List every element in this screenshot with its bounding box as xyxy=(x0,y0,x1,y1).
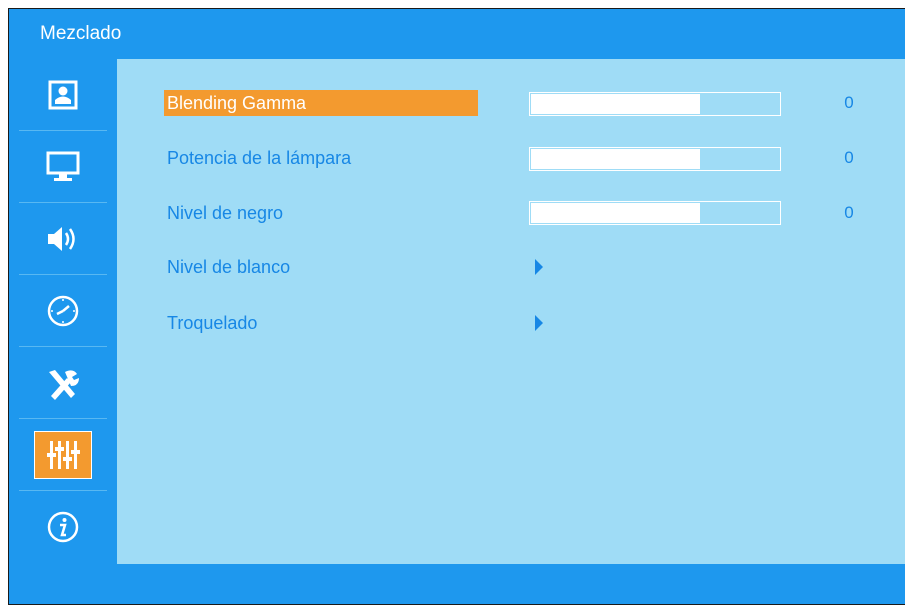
menu-item-masking[interactable]: Troquelado xyxy=(164,310,257,336)
sidebar-item-display[interactable] xyxy=(9,131,117,203)
display-icon xyxy=(34,143,92,191)
sidebar xyxy=(9,59,117,566)
black-level-value: 0 xyxy=(844,203,854,222)
sidebar-item-blending[interactable] xyxy=(9,419,117,491)
osd-window: Mezclado Blending Gamma 0 Potencia de la… xyxy=(8,8,905,605)
blending-gamma-slider[interactable] xyxy=(529,92,781,116)
chevron-right-icon[interactable] xyxy=(535,315,543,331)
info-icon xyxy=(34,503,92,551)
menu-item-blending-gamma[interactable]: Blending Gamma xyxy=(164,90,478,116)
chevron-right-icon[interactable] xyxy=(535,259,543,275)
sidebar-item-settings[interactable] xyxy=(9,347,117,419)
slider-fill xyxy=(531,149,700,169)
speaker-icon xyxy=(34,215,92,263)
sidebar-item-picture[interactable] xyxy=(9,59,117,131)
blending-gamma-value: 0 xyxy=(844,93,854,112)
lamp-power-slider[interactable] xyxy=(529,147,781,171)
menu-item-black-level[interactable]: Nivel de negro xyxy=(164,200,283,226)
slider-fill xyxy=(531,203,700,223)
sidebar-item-info[interactable] xyxy=(9,491,117,563)
menu-item-lamp-power[interactable]: Potencia de la lámpara xyxy=(164,145,351,171)
lamp-power-value: 0 xyxy=(844,148,854,167)
title-bar: Mezclado xyxy=(9,9,905,59)
equalizer-icon xyxy=(34,431,92,479)
sidebar-item-timer[interactable] xyxy=(9,275,117,347)
menu-item-white-level[interactable]: Nivel de blanco xyxy=(164,254,290,280)
slider-fill xyxy=(531,94,700,114)
tools-icon xyxy=(34,359,92,407)
picture-icon xyxy=(34,71,92,119)
clock-icon xyxy=(34,287,92,335)
black-level-slider[interactable] xyxy=(529,201,781,225)
footer-bar xyxy=(9,564,905,604)
sidebar-item-audio[interactable] xyxy=(9,203,117,275)
page-title: Mezclado xyxy=(40,23,122,44)
